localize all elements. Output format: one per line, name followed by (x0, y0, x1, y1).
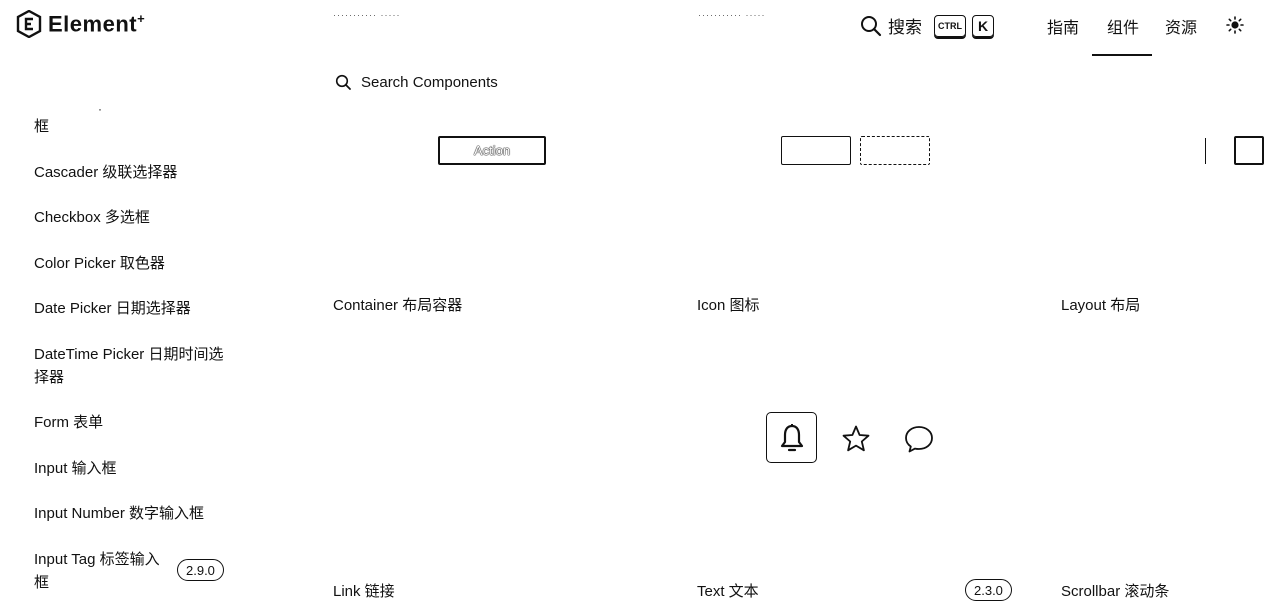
sidebar-item-datetime-picker[interactable]: DateTime Picker 日期时间选 (34, 343, 223, 366)
component-search[interactable] (335, 74, 621, 91)
sidebar-item-select-tail[interactable]: 框 (34, 115, 49, 138)
card-title-text[interactable]: Text 文本 (697, 580, 759, 601)
sun-icon[interactable] (1226, 16, 1244, 34)
icon-preview-box-solid (781, 136, 851, 165)
nav-guide[interactable]: 指南 (1047, 14, 1079, 38)
sidebar-item-input-number[interactable]: Input Number 数字输入框 (34, 502, 204, 525)
sidebar-item-checkbox[interactable]: Checkbox 多选框 (34, 206, 150, 229)
star-icon[interactable] (840, 423, 872, 455)
sidebar-item-cascader[interactable]: Cascader 级联选择器 (34, 161, 177, 184)
sidebar-item-input-tag-cont[interactable]: 框 (34, 571, 49, 594)
card-title-icon[interactable]: Icon 图标 (697, 294, 760, 315)
kbd-k: K (972, 14, 994, 37)
layout-preview-box (1234, 136, 1264, 165)
search-icon (861, 15, 882, 36)
card-title-scrollbar[interactable]: Scrollbar 滚动条 (1061, 580, 1169, 601)
bell-icon (780, 423, 803, 451)
logo-text: Element+ (48, 10, 146, 37)
active-nav-indicator (1092, 54, 1152, 56)
container-preview: Action (438, 136, 546, 165)
search-icon (335, 74, 351, 90)
element-plus-logo[interactable]: Element+ (16, 10, 145, 38)
action-label: Action (473, 143, 511, 158)
sidebar-item-color-picker[interactable]: Color Picker 取色器 (34, 252, 165, 275)
doc-search-button[interactable]: 搜索 CTRL K (860, 13, 994, 38)
layout-preview-edge (1205, 138, 1207, 164)
card-title-layout[interactable]: Layout 布局 (1061, 294, 1140, 315)
element-logo-icon (16, 10, 42, 38)
bell-button[interactable] (766, 412, 817, 463)
sidebar-item-input[interactable]: Input 输入框 (34, 457, 117, 480)
version-badge: 2.9.0 (177, 559, 224, 581)
card-title-link[interactable]: Link 链接 (333, 580, 395, 601)
search-label: 搜索 (888, 18, 922, 37)
kbd-ctrl: CTRL (934, 14, 966, 37)
sidebar-item-form[interactable]: Form 表单 (34, 411, 103, 434)
sidebar-item-input-tag[interactable]: Input Tag 标签输入 (34, 548, 160, 571)
icon-preview-box-dashed (860, 136, 930, 165)
top-header: Element+ ··········· ····· ··········· ·… (0, 0, 1280, 56)
nav-resource[interactable]: 资源 (1165, 14, 1197, 38)
sidebar-item-date-picker[interactable]: Date Picker 日期选择器 (34, 297, 191, 320)
nav-component[interactable]: 组件 (1107, 14, 1139, 38)
card-title-container[interactable]: Container 布局容器 (333, 294, 462, 315)
sidebar-item-fragment: · (98, 102, 102, 116)
chat-bubble-icon[interactable] (903, 423, 935, 455)
sidebar-item-datetime-picker-cont[interactable]: 择器 (34, 366, 64, 389)
header-placeholder-text: ··········· ····· (698, 10, 766, 20)
text-version-badge: 2.3.0 (965, 579, 1012, 601)
header-placeholder-text: ··········· ····· (333, 10, 401, 20)
search-input[interactable] (361, 74, 621, 91)
